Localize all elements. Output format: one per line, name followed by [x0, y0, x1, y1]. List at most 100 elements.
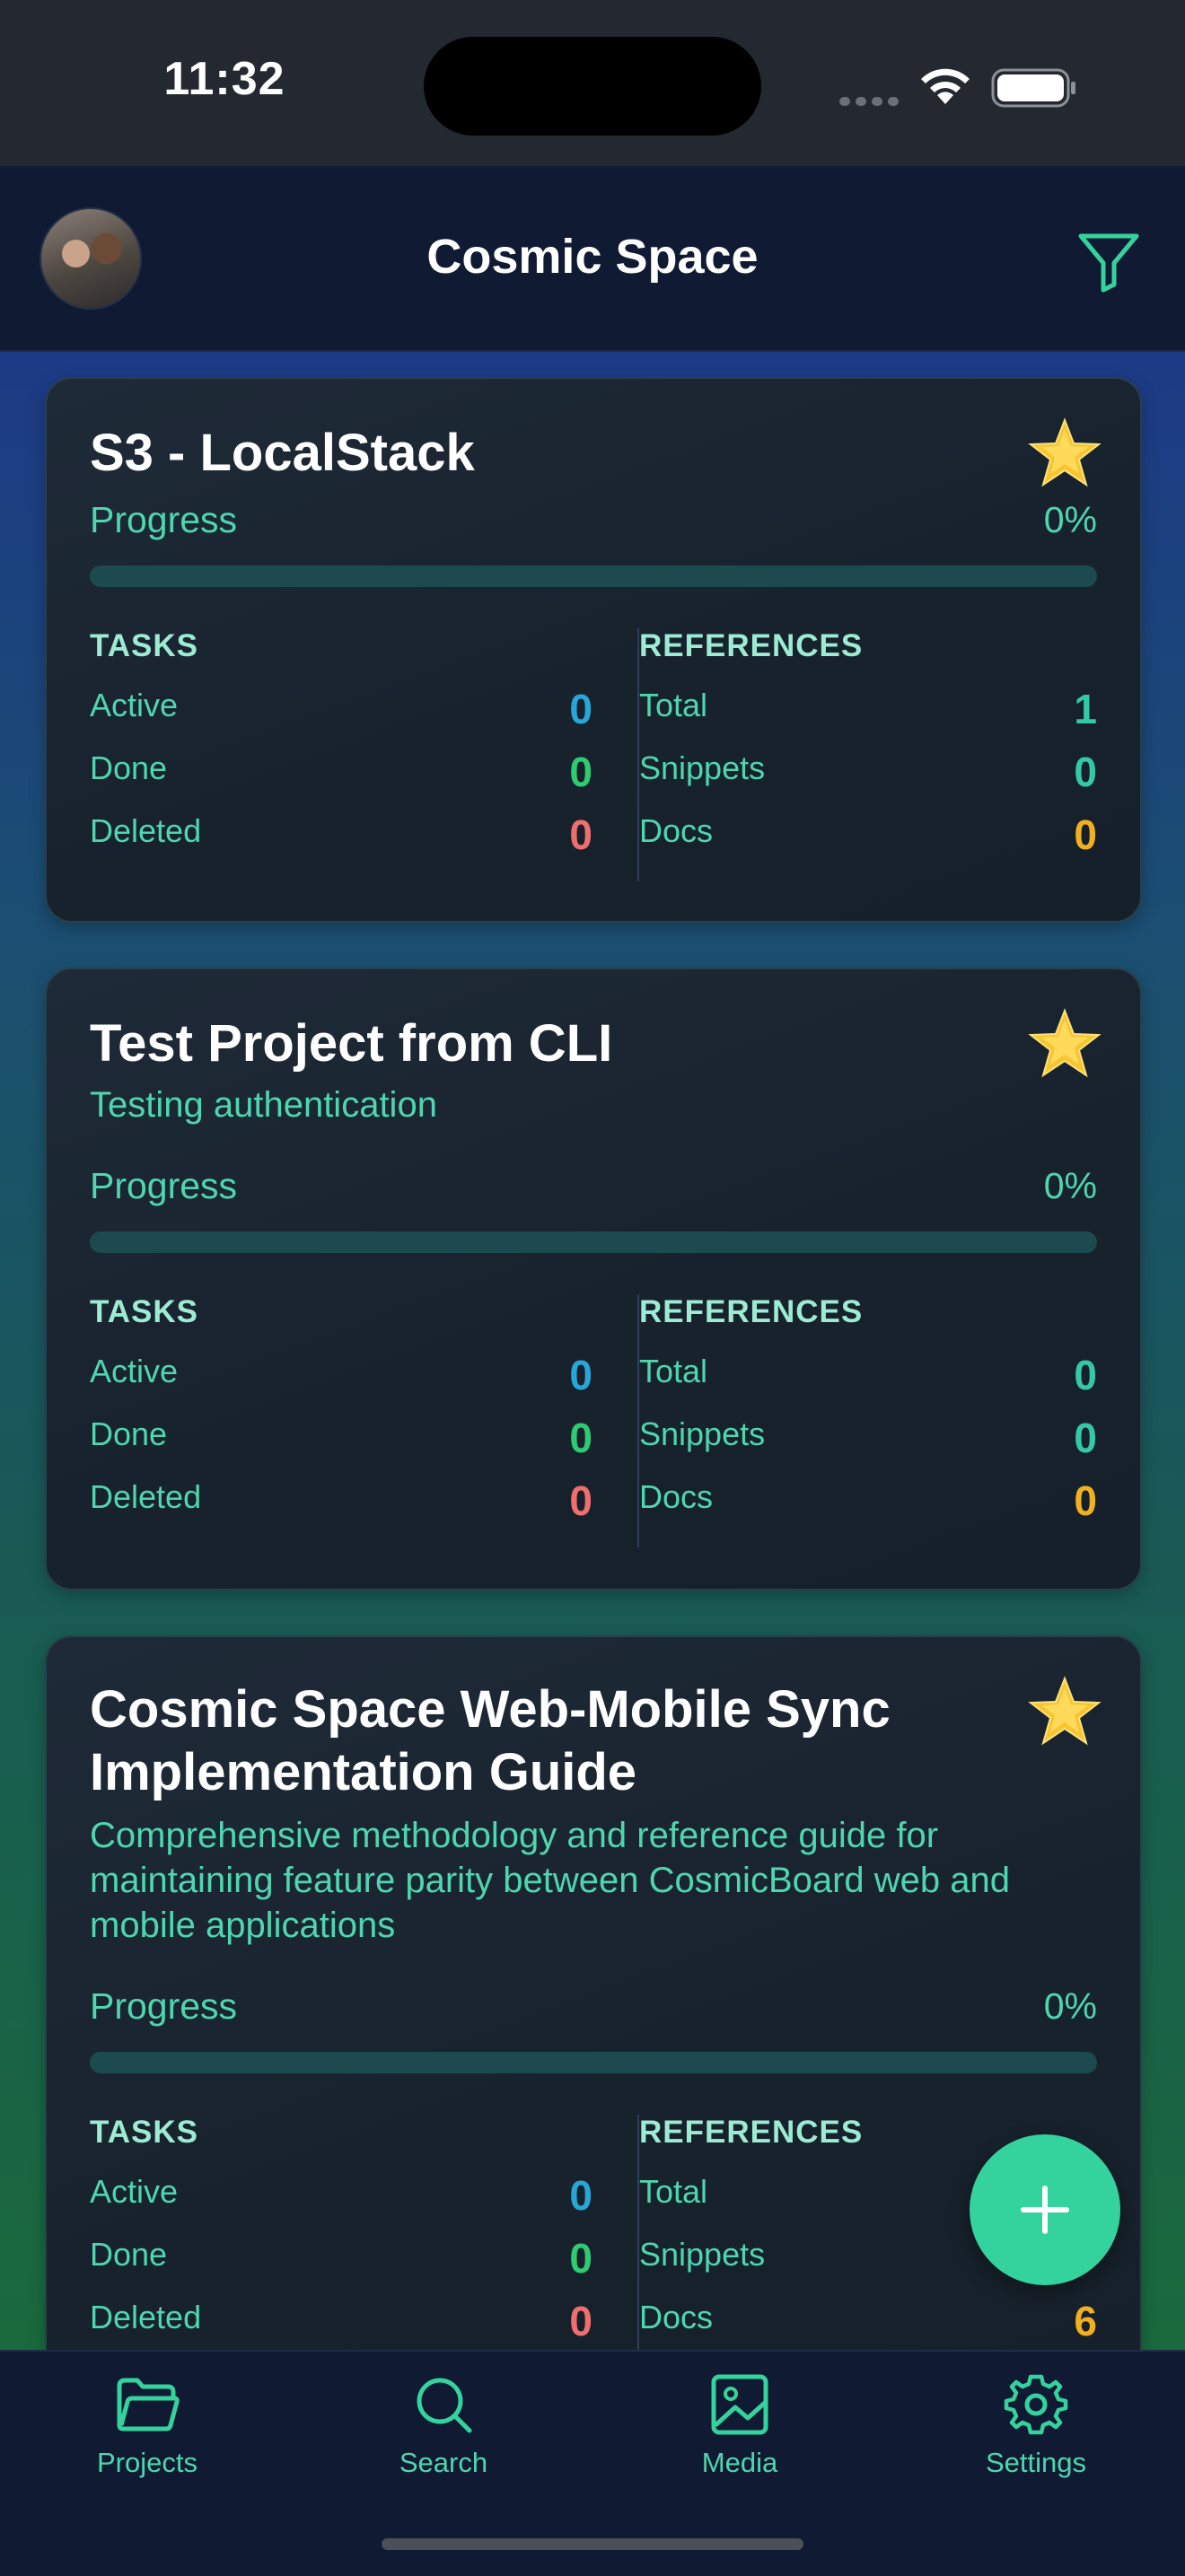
- tasks-section: TASKS Active 0 Done 0 Deleted 0: [90, 628, 594, 881]
- tasks-done-label: Done: [90, 1415, 168, 1452]
- tasks-deleted-count: 0: [569, 811, 592, 858]
- tasks-active-count: 0: [569, 686, 592, 732]
- app-header: Cosmic Space: [0, 166, 1185, 352]
- progress-bar: [90, 1231, 1097, 1253]
- references-docs-label: Docs: [639, 812, 714, 849]
- dynamic-island: [424, 37, 761, 136]
- star-icon[interactable]: [1027, 416, 1102, 492]
- references-snippets-count: 0: [1074, 1415, 1097, 1461]
- project-list[interactable]: S3 - LocalStack Progress 0% TASKS Active…: [0, 352, 1185, 2350]
- tab-settings[interactable]: Settings: [928, 2373, 1144, 2508]
- tasks-done-row: Done 0: [90, 1409, 592, 1461]
- tasks-done-label: Done: [90, 2236, 168, 2273]
- references-docs-row: Docs 0: [639, 806, 1097, 858]
- tasks-deleted-count: 0: [569, 1477, 592, 1524]
- tab-projects[interactable]: Projects: [40, 2373, 255, 2508]
- references-total-count: 1: [1074, 686, 1097, 732]
- tab-media[interactable]: Media: [632, 2373, 847, 2508]
- tasks-deleted-row: Deleted 0: [90, 806, 592, 858]
- add-project-button[interactable]: [970, 2134, 1120, 2285]
- tasks-deleted-count: 0: [569, 2298, 592, 2344]
- tasks-active-label: Active: [90, 687, 179, 723]
- references-total-row: Total 0: [639, 1346, 1097, 1398]
- wifi-icon: [921, 68, 970, 104]
- filter-icon[interactable]: [1074, 227, 1144, 297]
- tasks-active-label: Active: [90, 1353, 179, 1389]
- references-total-label: Total: [639, 1353, 708, 1389]
- references-docs-count: 0: [1074, 1477, 1097, 1524]
- tab-search-label: Search: [399, 2447, 488, 2478]
- tasks-done-row: Done 0: [90, 2230, 592, 2282]
- project-title: S3 - LocalStack: [90, 424, 475, 482]
- tab-settings-label: Settings: [985, 2447, 1086, 2478]
- tab-media-label: Media: [701, 2447, 778, 2478]
- star-icon[interactable]: [1027, 1675, 1102, 1750]
- progress-bar: [90, 565, 1097, 587]
- references-section: REFERENCES Total 1 Snippets 0 Docs 0: [639, 628, 1097, 881]
- progress-percent: 0%: [1043, 1985, 1097, 2027]
- tasks-section: TASKS Active 0 Done 0 Deleted 0: [90, 1294, 594, 1547]
- tasks-deleted-label: Deleted: [90, 812, 202, 849]
- references-snippets-label: Snippets: [639, 2236, 766, 2273]
- references-snippets-label: Snippets: [639, 749, 766, 786]
- references-section: REFERENCES Total 0 Snippets 0 Docs 0: [639, 1294, 1097, 1547]
- star-icon[interactable]: [1027, 1007, 1102, 1082]
- tasks-active-row: Active 0: [90, 680, 592, 732]
- folder-icon: [117, 2378, 180, 2431]
- progress-label: Progress: [90, 499, 238, 540]
- tab-projects-label: Projects: [97, 2447, 198, 2478]
- progress-label: Progress: [90, 1985, 238, 2027]
- references-snippets-count: 0: [1074, 749, 1097, 795]
- tasks-done-label: Done: [90, 749, 168, 786]
- project-title: Test Project from CLI: [90, 1014, 613, 1073]
- references-snippets-row: Snippets 0: [639, 1409, 1097, 1461]
- status-time: 11:32: [163, 53, 285, 105]
- references-docs-count: 6: [1074, 2298, 1097, 2344]
- project-description: Testing authentication: [90, 1085, 437, 1125]
- tasks-done-row: Done 0: [90, 743, 592, 795]
- plus-icon: [1021, 2186, 1069, 2234]
- references-snippets-label: Snippets: [639, 1415, 766, 1452]
- image-icon: [711, 2374, 768, 2435]
- references-total-row: Total 1: [639, 680, 1097, 732]
- cellular-signal-icon: [839, 94, 904, 110]
- references-docs-row: Docs 6: [639, 2292, 1097, 2344]
- references-docs-count: 0: [1074, 811, 1097, 858]
- tasks-done-count: 0: [569, 749, 592, 795]
- tasks-section: TASKS Active 0 Done 0 Deleted 0: [90, 2115, 594, 2350]
- references-docs-label: Docs: [639, 2299, 714, 2335]
- tab-search[interactable]: Search: [336, 2373, 551, 2508]
- project-title: Cosmic Space Web-Mobile Sync Implementat…: [90, 1680, 891, 1801]
- home-indicator: [382, 2538, 803, 2550]
- references-heading: REFERENCES: [639, 628, 864, 663]
- progress-percent: 0%: [1043, 499, 1097, 540]
- tasks-active-row: Active 0: [90, 1346, 592, 1398]
- tasks-active-label: Active: [90, 2173, 179, 2210]
- references-docs-row: Docs 0: [639, 1472, 1097, 1524]
- tasks-heading: TASKS: [90, 1294, 199, 1329]
- project-card[interactable]: Test Project from CLI Testing authentica…: [45, 968, 1142, 1590]
- references-snippets-row: Snippets 0: [639, 743, 1097, 795]
- tasks-done-count: 0: [569, 2235, 592, 2282]
- battery-icon: [991, 68, 1075, 108]
- progress-bar: [90, 2052, 1097, 2073]
- project-stats: TASKS Active 0 Done 0 Deleted 0 REFERENC…: [90, 2115, 1097, 2350]
- references-heading: REFERENCES: [639, 2115, 864, 2150]
- tasks-deleted-row: Deleted 0: [90, 1472, 592, 1524]
- gear-icon: [1004, 2374, 1068, 2435]
- tasks-deleted-row: Deleted 0: [90, 2292, 592, 2344]
- project-description: Comprehensive methodology and reference …: [90, 1816, 1011, 1945]
- project-card[interactable]: S3 - LocalStack Progress 0% TASKS Active…: [45, 377, 1142, 923]
- progress-label: Progress: [90, 1165, 238, 1206]
- references-docs-label: Docs: [639, 1478, 714, 1515]
- tasks-done-count: 0: [569, 1415, 592, 1461]
- references-total-label: Total: [639, 687, 708, 723]
- tasks-heading: TASKS: [90, 628, 199, 663]
- tasks-active-count: 0: [569, 2172, 592, 2219]
- references-total-label: Total: [639, 2173, 708, 2210]
- tasks-deleted-label: Deleted: [90, 2299, 202, 2335]
- page-title: Cosmic Space: [426, 230, 759, 284]
- references-heading: REFERENCES: [639, 1294, 864, 1329]
- tasks-active-count: 0: [569, 1352, 592, 1398]
- status-bar: 11:32: [0, 0, 1185, 166]
